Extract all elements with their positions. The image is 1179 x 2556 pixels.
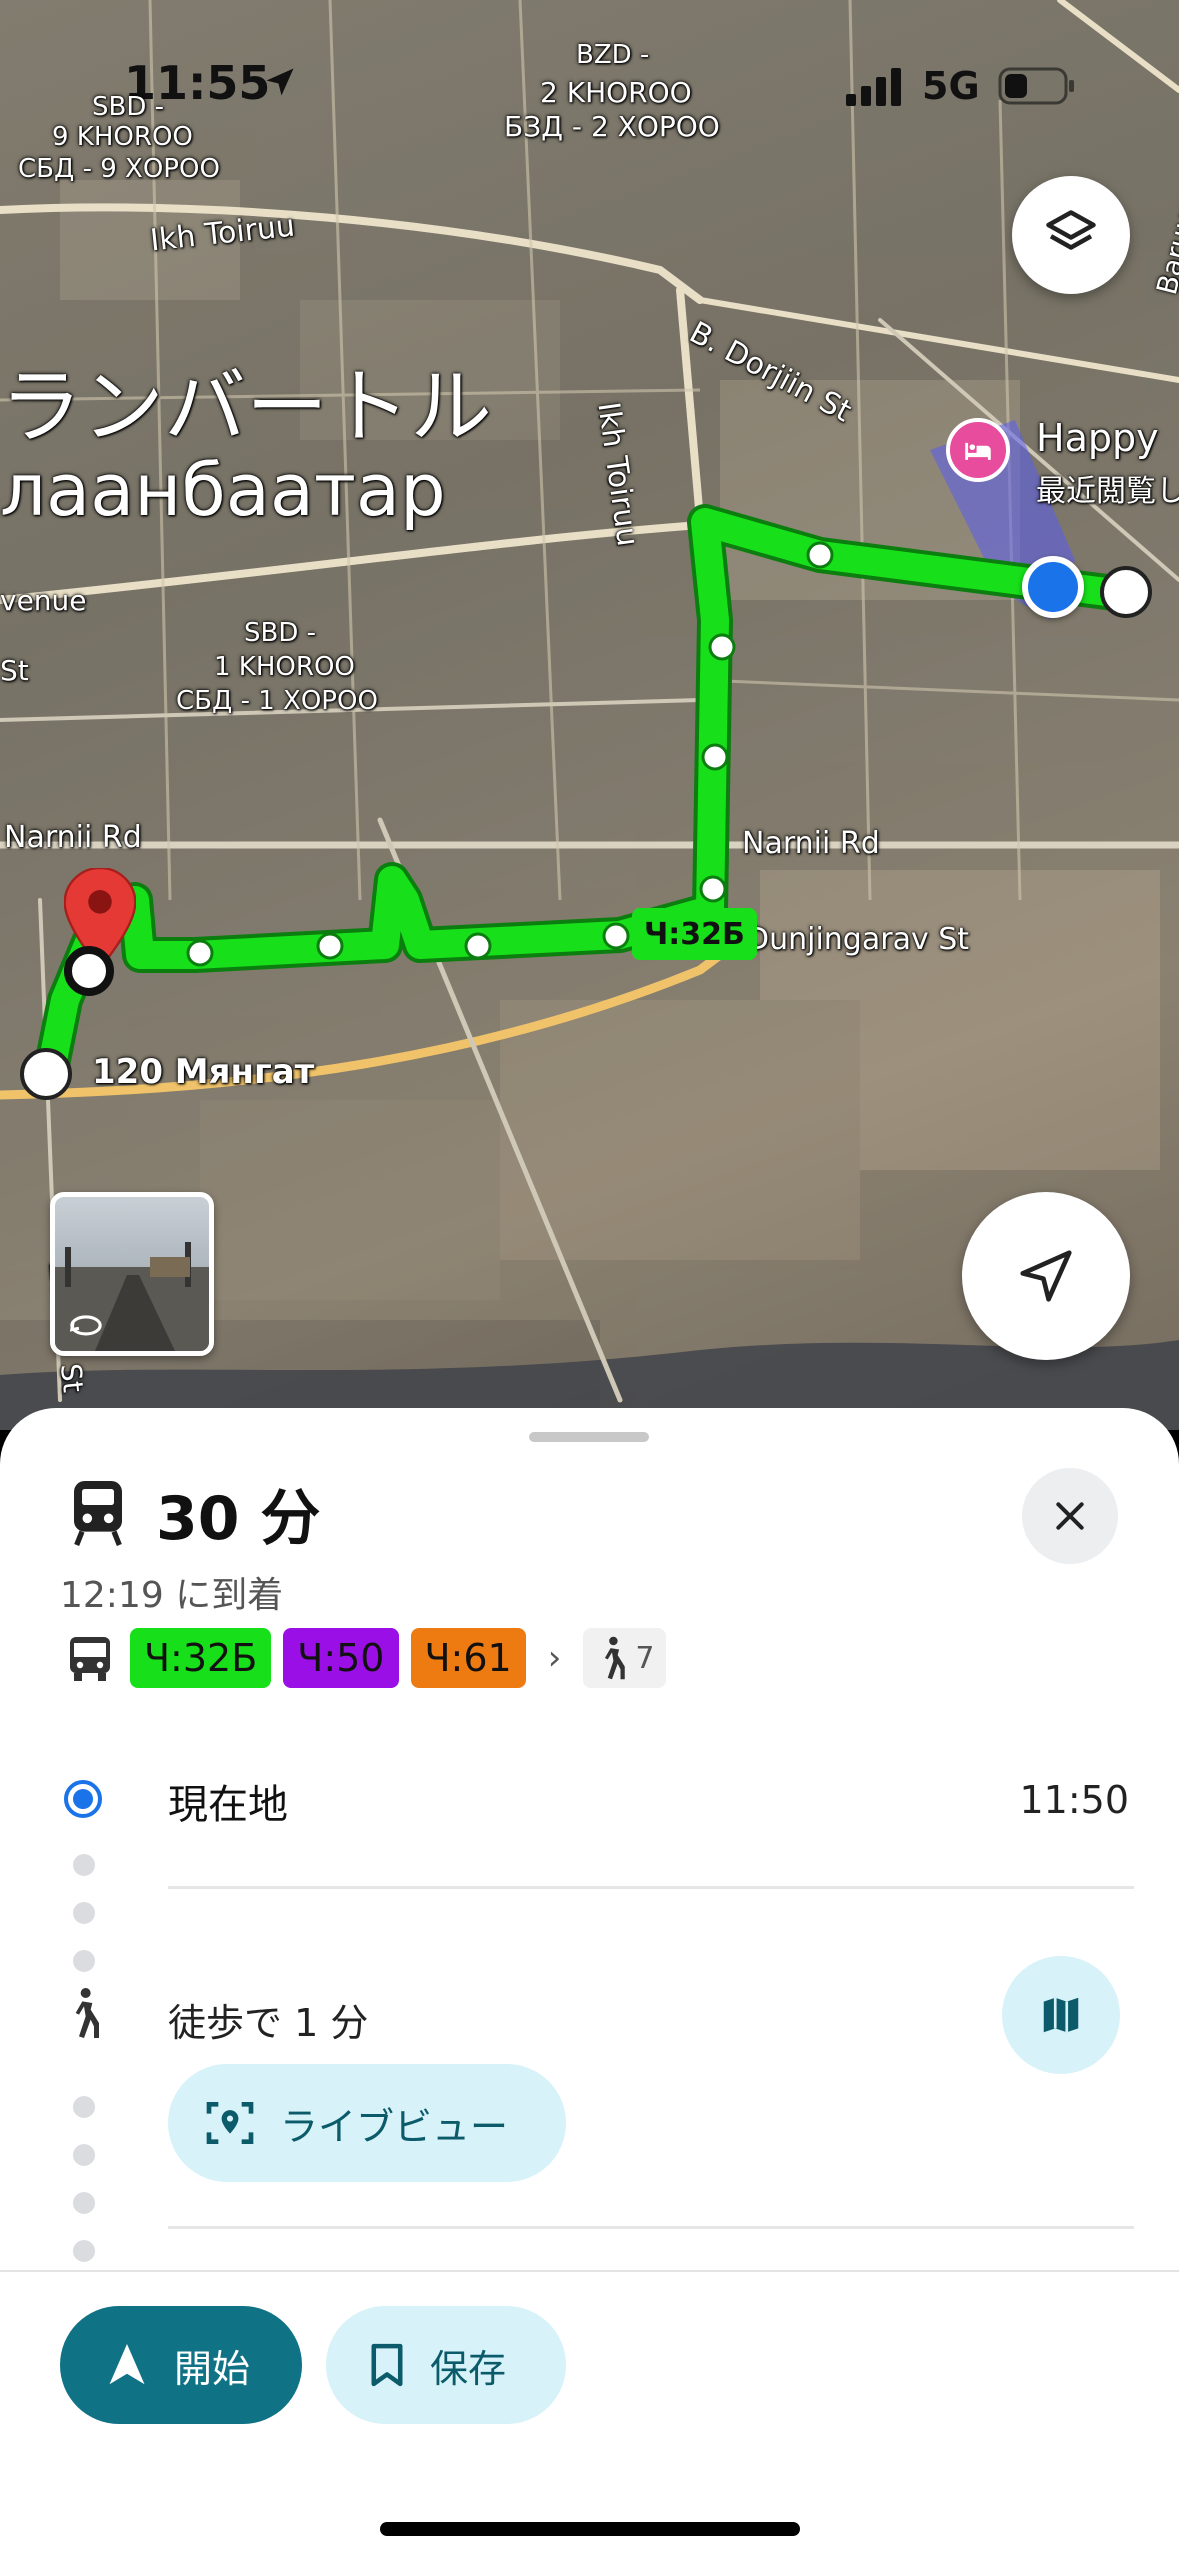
step-dot [73,2192,95,2214]
arrival-time: 12:19 に到着 [60,1575,284,1616]
trip-duration: 30 分 [156,1484,321,1554]
route-chip-label: Ч:50 [297,1636,385,1680]
step-dot [73,2096,95,2118]
action-bar: 開始 保存 [0,2270,1179,2556]
step-dot [73,1902,95,1924]
chevron-right-icon: › [547,1638,562,1678]
recenter-button[interactable] [962,1192,1130,1360]
bed-icon [965,442,991,460]
location-arrow-icon [262,64,298,104]
start-button[interactable]: 開始 [60,2306,302,2424]
rotate-360-icon [69,1315,102,1336]
layers-icon [1046,210,1096,250]
live-view-label: ライブビュー [280,2104,509,2149]
map-label: SBD - [244,618,317,648]
route-chip[interactable]: Ч:50 [283,1628,399,1688]
walk-step-text: 徒歩で 1 分 [168,2001,369,2045]
map-label: 1 KHOROO [214,652,355,682]
live-view-button[interactable]: ライブビュー [168,2064,566,2182]
hotel-marker[interactable] [946,418,1010,482]
sheet-drag-handle[interactable] [529,1432,649,1442]
step-dot [73,1854,95,1876]
map-label: 9 KHOROO [52,122,193,152]
step-time: 11:50 [1019,1778,1129,1822]
close-button[interactable] [1022,1468,1118,1564]
map-label: 2 KHOROO [540,76,692,109]
start-stop-marker [1100,566,1152,618]
street-view-thumbnail[interactable] [50,1192,214,1356]
step-dot [73,2144,95,2166]
start-label: 開始 [174,2346,251,2391]
walk-count: 7 [635,1640,655,1676]
map-icon [1043,1997,1079,2033]
route-chip[interactable]: Ч:32Б [130,1628,272,1688]
step-current-location[interactable]: 現在地 [168,1772,288,1830]
map-label: СБД - 9 ХОРОО [18,154,220,184]
step-dot [73,2240,95,2262]
destination-stop-marker [64,946,114,996]
map-label: Narnii Rd [4,820,142,855]
map-label: venue [0,584,87,617]
map-label: BZD - [576,40,650,70]
map-label: БЗД - 2 ХОРОО [504,110,720,143]
map-label: Happy [1036,416,1159,460]
transit-icon [66,1478,130,1552]
bookmark-icon [371,2343,403,2387]
map-view[interactable]: 11:55 5G SBD - 9 KHOROO СБД - 9 ХОРОО BZ… [0,0,1179,1430]
close-icon [1056,1502,1084,1530]
route-badge-map[interactable]: Ч:32Б [632,908,757,960]
live-view-icon [206,2102,254,2144]
layers-button[interactable] [1012,176,1130,294]
map-label: СБД - 1 ХОРОО [176,686,378,716]
signal-icon [846,68,904,110]
current-location-marker [1022,556,1084,618]
bus-icon [66,1632,114,1690]
navigation-arrow-icon [1020,1250,1072,1302]
route-chips: Ч:32Б Ч:50 Ч:61 › 7 [130,1628,667,1688]
map-label: Narnii Rd [742,826,880,861]
divider [168,1886,1134,1889]
route-badge-label: Ч:32Б [644,916,745,952]
home-indicator[interactable] [380,2522,800,2536]
route-chip-label: Ч:32Б [144,1636,258,1680]
network-label: 5G [922,64,980,108]
save-button[interactable]: 保存 [326,2306,566,2424]
map-label: St [0,654,29,687]
walk-icon [605,1636,626,1680]
map-label: 最近閲覧し [1036,474,1179,509]
navigate-arrow-icon [109,2344,145,2385]
battery-icon [998,66,1078,110]
map-label: Dunjingarav St [746,922,970,957]
map-view-button[interactable] [1002,1956,1120,2074]
map-label: SBD - [92,92,165,122]
current-location-dot [64,1780,102,1818]
route-chip[interactable]: Ч:61 [410,1628,526,1688]
map-label: лаанбаатар [0,448,446,532]
route-chip-label: Ч:61 [424,1636,512,1680]
map-label: ランバートル [0,360,493,455]
save-label: 保存 [430,2346,507,2391]
walk-step-icon [64,1984,104,2046]
walk-chip[interactable]: 7 [583,1628,667,1688]
map-label: 120 Мянгат [92,1052,315,1092]
step-dot [73,1950,95,1972]
divider [168,2226,1134,2229]
end-stop-marker [20,1048,72,1100]
